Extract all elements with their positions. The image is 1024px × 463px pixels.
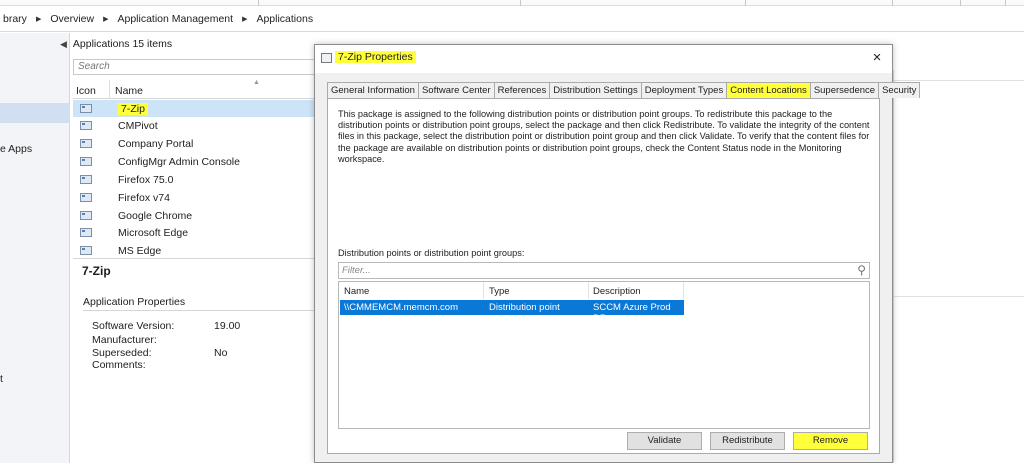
breadcrumb-library[interactable]: brary xyxy=(0,13,30,25)
redistribute-button[interactable]: Redistribute xyxy=(710,432,785,450)
right-pane-divider xyxy=(894,296,1024,297)
dialog-titlebar[interactable]: 7-Zip Properties × xyxy=(315,45,892,73)
tab-general-information[interactable]: General Information xyxy=(327,82,419,98)
app-name: MS Edge xyxy=(118,245,162,257)
application-icon xyxy=(80,139,92,148)
prop-label: Comments: xyxy=(92,359,146,371)
column-header-type[interactable]: Type xyxy=(489,286,510,297)
distribution-points-label: Distribution points or distribution poin… xyxy=(338,248,525,258)
details-section-title: Application Properties xyxy=(83,296,186,308)
navigation-pane: e Apps t xyxy=(0,33,70,463)
right-pane-divider xyxy=(894,80,1024,81)
breadcrumb-overview[interactable]: Overview xyxy=(47,13,97,25)
app-name: Firefox v74 xyxy=(118,192,170,204)
application-icon xyxy=(80,246,92,255)
dp-description: SCCM Azure Prod DP xyxy=(593,302,671,324)
prop-label: Software Version: xyxy=(92,320,175,332)
application-icon xyxy=(80,211,92,220)
column-divider[interactable] xyxy=(683,282,684,299)
table-row[interactable]: \\CMMEMCM.memcm.com Distribution point S… xyxy=(340,300,684,324)
breadcrumb-chevron-icon: ▶ xyxy=(103,15,109,23)
breadcrumb-application-management[interactable]: Application Management xyxy=(114,13,236,25)
prop-value: No xyxy=(214,347,228,359)
breadcrumb: brary ▶ Overview ▶ Application Managemen… xyxy=(0,6,1024,32)
column-header-name[interactable]: Name xyxy=(344,286,369,297)
app-name: Microsoft Edge xyxy=(118,227,189,239)
breadcrumb-applications[interactable]: Applications xyxy=(253,13,316,25)
tab-strip: General Information Software Center Refe… xyxy=(327,82,921,98)
filter-placeholder: Filter... xyxy=(342,265,371,276)
column-divider[interactable] xyxy=(109,80,110,99)
dp-type: Distribution point xyxy=(489,302,560,313)
tab-distribution-settings[interactable]: Distribution Settings xyxy=(549,82,642,98)
application-icon xyxy=(80,157,92,166)
application-icon xyxy=(80,175,92,184)
app-name: Firefox 75.0 xyxy=(118,174,174,186)
breadcrumb-chevron-icon: ▶ xyxy=(242,15,248,23)
details-title: 7-Zip xyxy=(82,264,111,278)
app-name: CMPivot xyxy=(118,120,158,132)
app-name: Company Portal xyxy=(118,138,194,150)
content-locations-description: This package is assigned to the followin… xyxy=(338,109,870,164)
tab-security[interactable]: Security xyxy=(878,82,921,98)
validate-button[interactable]: Validate xyxy=(627,432,702,450)
filter-input[interactable]: Filter... ⚲ xyxy=(338,262,870,279)
tab-supersedence[interactable]: Supersedence xyxy=(809,82,880,98)
application-icon xyxy=(80,228,92,237)
content-locations-panel: This package is assigned to the followin… xyxy=(327,98,880,454)
apps-pane-title: Applications 15 items xyxy=(72,38,173,50)
tab-deployment-types[interactable]: Deployment Types xyxy=(640,82,728,98)
dp-name: \\CMMEMCM.memcm.com xyxy=(344,302,458,313)
column-divider[interactable] xyxy=(483,282,484,299)
properties-window-icon xyxy=(321,53,332,63)
app-name: 7-Zip xyxy=(118,103,148,115)
tab-references[interactable]: References xyxy=(493,82,551,98)
close-icon[interactable]: × xyxy=(868,49,886,66)
nav-item-apps[interactable]: e Apps xyxy=(0,143,32,155)
dialog-title: 7-Zip Properties xyxy=(335,51,416,63)
prop-value: 19.00 xyxy=(214,320,241,332)
breadcrumb-chevron-icon: ▶ xyxy=(35,15,42,23)
app-name: ConfigMgr Admin Console xyxy=(118,156,240,168)
prop-label: Manufacturer: xyxy=(92,334,157,346)
nav-selected-item[interactable] xyxy=(0,103,70,123)
properties-dialog: 7-Zip Properties × General Information S… xyxy=(314,44,921,463)
application-icon xyxy=(80,104,92,113)
tab-software-center[interactable]: Software Center xyxy=(417,82,495,98)
column-header-name[interactable]: Name xyxy=(115,85,143,97)
column-header-description[interactable]: Description xyxy=(593,286,641,297)
application-icon xyxy=(80,193,92,202)
app-name: Google Chrome xyxy=(118,210,193,222)
search-icon[interactable]: ⚲ xyxy=(857,263,866,278)
distribution-points-table: Name Type Description \\CMMEMCM.memcm.co… xyxy=(338,281,870,429)
nav-item-t[interactable]: t xyxy=(0,373,3,385)
collapse-chevron-icon[interactable]: ◀ xyxy=(60,39,67,49)
apps-pane-header: ◀ Applications 15 items xyxy=(60,38,172,50)
sort-arrow-icon: ▲ xyxy=(253,79,260,86)
application-icon xyxy=(80,121,92,130)
remove-button[interactable]: Remove xyxy=(793,432,868,450)
tab-content-locations[interactable]: Content Locations xyxy=(726,82,811,98)
column-header-icon[interactable]: Icon xyxy=(76,85,96,97)
column-divider[interactable] xyxy=(588,282,589,299)
prop-label: Superseded: xyxy=(92,347,152,359)
right-background-pane xyxy=(893,70,1024,463)
dp-table-header: Name Type Description xyxy=(339,282,684,299)
